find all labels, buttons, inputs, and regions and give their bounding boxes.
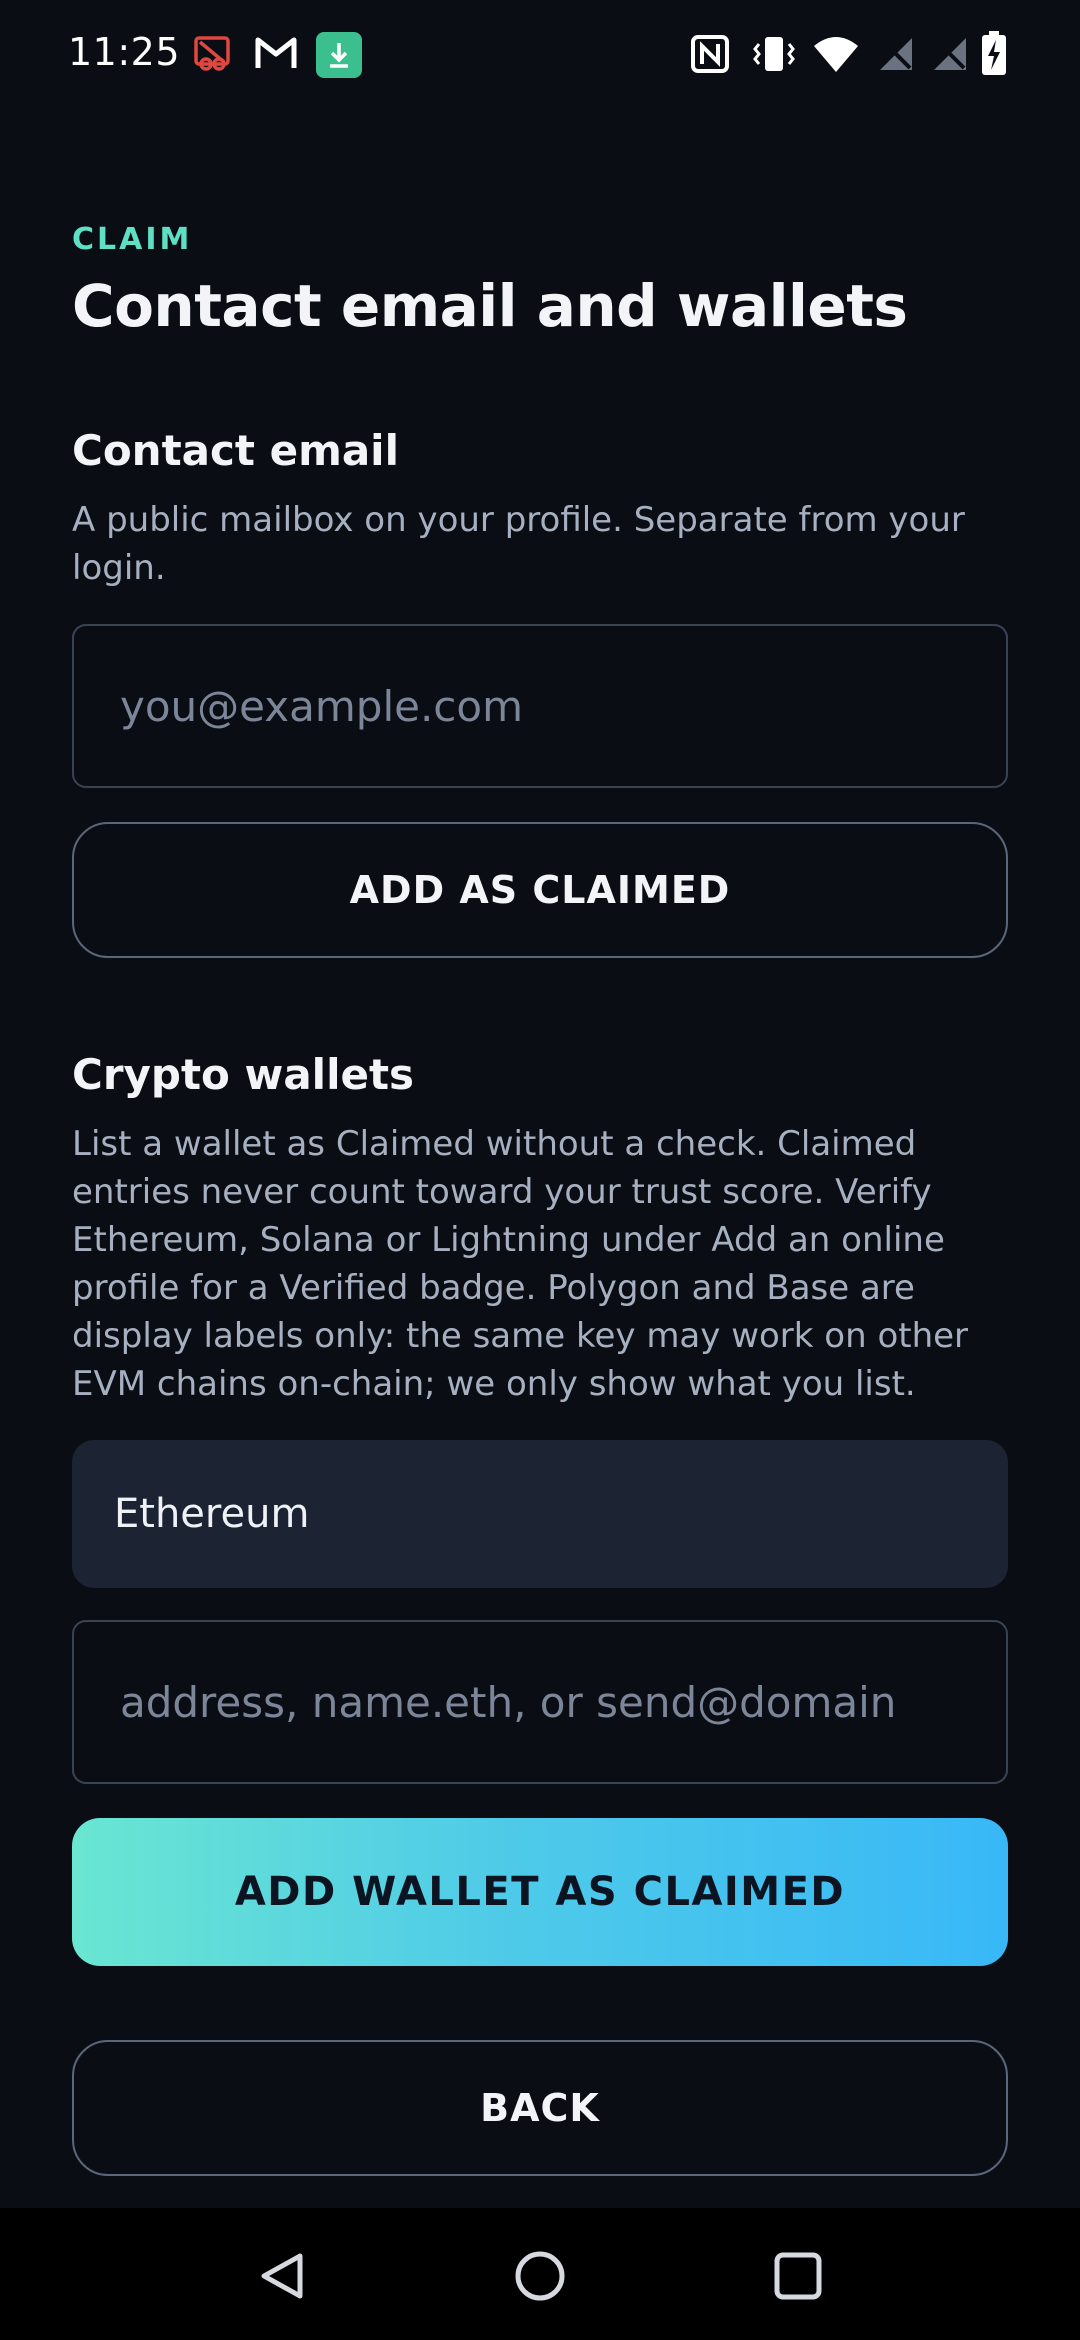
eyebrow-label: CLAIM [72, 222, 193, 257]
back-triangle-icon[interactable] [256, 2250, 308, 2302]
status-bar: 11:25 [0, 0, 1080, 110]
no-signal-icon [880, 38, 912, 70]
status-time: 11:25 [68, 30, 181, 74]
battery-charging-icon [982, 31, 1006, 75]
chain-select-value: Ethereum [114, 1491, 310, 1537]
wallet-address-input[interactable]: address, name.eth, or send@domain [72, 1620, 1008, 1784]
download-icon [316, 32, 362, 78]
vibrate-icon [753, 37, 795, 71]
sync-off-icon [194, 36, 230, 71]
crypto-wallets-description: List a wallet as Claimed without a check… [72, 1124, 969, 1404]
contact-email-description: A public mailbox on your profile. Separa… [72, 500, 965, 588]
contact-email-placeholder: you@example.com [120, 681, 523, 731]
wifi-icon [814, 37, 858, 72]
gmail-icon [255, 37, 297, 68]
contact-email-title: Contact email [72, 426, 399, 475]
add-as-claimed-button[interactable]: ADD AS CLAIMED [72, 822, 1008, 958]
page-title: Contact email and wallets [72, 272, 908, 340]
chain-select[interactable]: Ethereum [72, 1440, 1008, 1588]
navigation-bar [0, 2208, 1080, 2340]
nfc-icon [691, 35, 729, 73]
wallet-address-placeholder: address, name.eth, or send@domain [120, 1677, 897, 1727]
add-wallet-as-claimed-button[interactable]: ADD WALLET AS CLAIMED [72, 1818, 1008, 1966]
recents-square-icon[interactable] [772, 2250, 824, 2302]
no-signal-icon [934, 38, 966, 70]
home-circle-icon[interactable] [512, 2248, 568, 2304]
crypto-wallets-title: Crypto wallets [72, 1050, 415, 1099]
contact-email-input[interactable]: you@example.com [72, 624, 1008, 788]
back-button[interactable]: BACK [72, 2040, 1008, 2176]
